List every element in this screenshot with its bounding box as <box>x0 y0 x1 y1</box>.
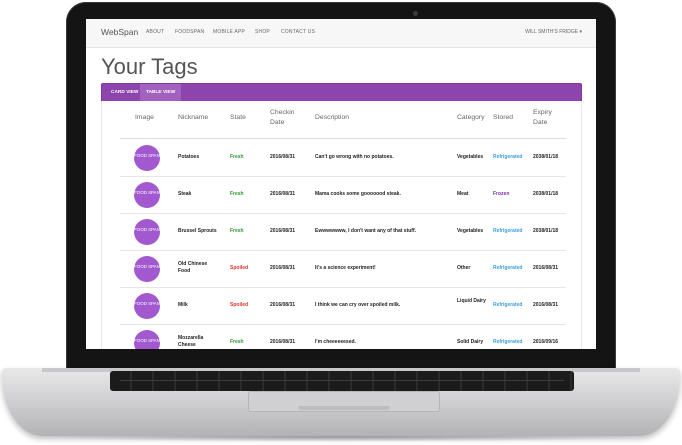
checkin-cell: 2016/08/31 <box>270 191 296 197</box>
foodspan-logo-image: FOOD SPAN <box>134 219 160 245</box>
keyboard <box>110 371 574 391</box>
category-cell: Liquid Dairy <box>457 298 486 304</box>
checkin-cell: 2016/08/31 <box>270 265 296 271</box>
screen: WebSpan ABOUT FOODSPAN MOBILE APP SHOP C… <box>86 19 596 349</box>
checkin-cell: 2016/08/31 <box>270 302 296 308</box>
user-menu[interactable]: WILL SMITH'S FRIDGE ▾ <box>525 29 582 35</box>
table-row[interactable]: FOOD SPAN Brussel Sprouts Fresh 2016/08/… <box>120 213 566 251</box>
checkin-cell: 2016/08/31 <box>270 339 296 345</box>
logo-text: FOOD SPAN <box>134 338 160 343</box>
logo-text: FOOD SPAN <box>134 301 160 306</box>
logo-text: FOOD SPAN <box>134 264 160 269</box>
category-cell: Meat <box>457 191 469 197</box>
expiry-cell: 2038/01/18 <box>533 191 559 197</box>
description-cell: I'm cheeeeeesed. <box>315 339 356 345</box>
camera-icon <box>413 11 418 16</box>
description-cell: I think we can cry over spoiled milk. <box>315 302 401 308</box>
table-row[interactable]: FOOD SPAN Old Chinese Food Spoiled 2016/… <box>120 250 566 288</box>
table-row[interactable]: FOOD SPAN Steak Fresh 2016/08/31 Mama co… <box>120 176 566 214</box>
category-cell: Vegetables <box>457 154 484 160</box>
nickname-cell: Old Chinese Food <box>178 261 208 274</box>
view-tabs: CARD VIEW TABLE VIEW <box>101 83 582 103</box>
description-cell: Can't go wrong with no potatoes. <box>315 154 394 160</box>
stored-cell: Refrigerated <box>493 302 523 308</box>
nav-link-foodspan[interactable]: FOODSPAN <box>175 29 204 35</box>
description-cell: Ewwwwwww, I don't want any of that stuff… <box>315 228 417 234</box>
logo-text: FOOD SPAN <box>134 227 160 232</box>
table-row[interactable]: FOOD SPAN Mozzarella Cheese Fresh 2016/0… <box>120 324 566 349</box>
page-title: Your Tags <box>101 54 198 79</box>
table-row[interactable]: FOOD SPAN Milk Spoiled 2016/08/31 I thin… <box>120 287 566 325</box>
logo-text: FOOD SPAN <box>134 190 160 195</box>
expiry-cell: 2038/01/18 <box>533 228 559 234</box>
nav-link-about[interactable]: ABOUT <box>146 29 164 35</box>
checkin-cell: 2016/08/31 <box>270 154 296 160</box>
state-cell: Fresh <box>230 191 244 197</box>
nickname-cell: Potatoes <box>178 154 200 160</box>
foodspan-logo-image: FOOD SPAN <box>134 330 160 349</box>
lid-notch <box>298 406 390 410</box>
foodspan-logo-image: FOOD SPAN <box>134 182 160 208</box>
description-cell: It's a science experiment! <box>315 265 376 271</box>
stored-cell: Refrigerated <box>493 154 523 160</box>
keyboard-row-divider <box>120 380 564 381</box>
category-cell: Other <box>457 265 471 271</box>
state-cell: Fresh <box>230 339 244 345</box>
brand-link[interactable]: WebSpan <box>101 27 138 37</box>
nav-link-contact-us[interactable]: CONTACT US <box>281 29 315 35</box>
column-header-expiry-date: Expiry Date <box>533 109 552 126</box>
category-cell: Solid Dairy <box>457 339 484 345</box>
description-cell: Mama cooks some gooooood steak. <box>315 191 401 197</box>
column-header-description: Description <box>315 114 349 121</box>
expiry-cell: 2016/09/16 <box>533 339 559 345</box>
column-header-stored: Stored <box>493 114 514 121</box>
navbar: WebSpan ABOUT FOODSPAN MOBILE APP SHOP C… <box>86 19 596 48</box>
expiry-cell: 2016/08/31 <box>533 302 559 308</box>
expiry-cell: 2016/08/31 <box>533 265 559 271</box>
table-row[interactable]: FOOD SPAN Potatoes Fresh 2016/08/31 Can'… <box>120 139 566 177</box>
nav-link-shop[interactable]: SHOP <box>255 29 270 35</box>
category-cell: Vegetables <box>457 228 484 234</box>
state-cell: Fresh <box>230 228 244 234</box>
laptop-base <box>2 368 680 436</box>
foodspan-logo-image: FOOD SPAN <box>134 293 160 319</box>
column-header-image: Image <box>135 114 154 121</box>
column-header-nickname: Nickname <box>178 114 209 121</box>
nav-link-mobile-app[interactable]: MOBILE APP <box>213 29 245 35</box>
nickname-cell: Mozzarella Cheese <box>178 335 204 348</box>
state-cell: Spoiled <box>230 302 249 308</box>
state-cell: Spoiled <box>230 265 249 271</box>
state-cell: Fresh <box>230 154 244 160</box>
user-menu-label: WILL SMITH'S FRIDGE <box>525 29 579 35</box>
column-header-checkin-date: Checkin Date <box>270 109 295 126</box>
foodspan-logo-image: FOOD SPAN <box>134 145 160 171</box>
foodspan-logo-image: FOOD SPAN <box>134 256 160 282</box>
tags-table: Image Nickname State Checkin Date Descri… <box>101 101 582 349</box>
stored-cell: Refrigerated <box>493 265 523 271</box>
checkin-cell: 2016/08/31 <box>270 228 296 234</box>
column-header-category: Category <box>457 114 485 121</box>
stored-cell: Refrigerated <box>493 228 523 234</box>
nickname-cell: Milk <box>178 302 188 308</box>
tab-card-view[interactable]: CARD VIEW <box>105 84 144 102</box>
caret-down-icon: ▾ <box>579 29 582 35</box>
nickname-cell: Steak <box>178 191 192 197</box>
stored-cell: Frozen <box>493 191 510 197</box>
expiry-cell: 2038/01/18 <box>533 154 559 160</box>
tab-table-view[interactable]: TABLE VIEW <box>140 84 182 102</box>
logo-text: FOOD SPAN <box>134 153 160 158</box>
stored-cell: Refrigerated <box>493 339 523 345</box>
nickname-cell: Brussel Sprouts <box>178 228 217 234</box>
column-header-state: State <box>230 114 246 121</box>
